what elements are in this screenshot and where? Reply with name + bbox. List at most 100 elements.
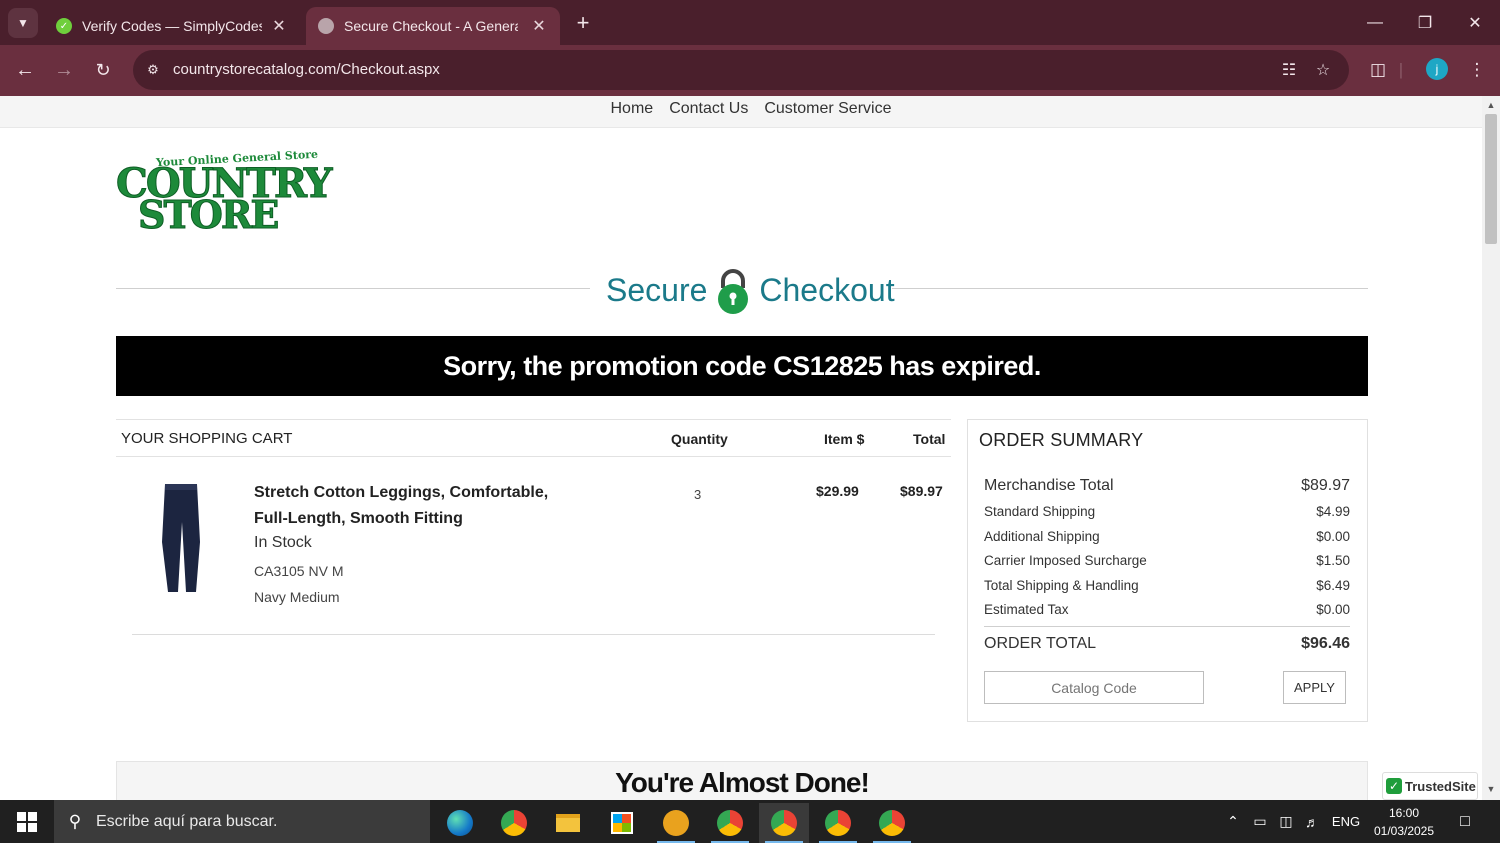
checkout-word: Checkout bbox=[759, 271, 895, 308]
scroll-up-icon[interactable]: ▲ bbox=[1486, 100, 1496, 110]
summary-value: $0.00 bbox=[1316, 602, 1350, 617]
site-settings-icon[interactable]: ⚙ bbox=[143, 60, 163, 80]
page-viewport: Home Contact Us Customer Service Your On… bbox=[0, 96, 1482, 800]
chrome-icon bbox=[825, 810, 851, 836]
folder-icon bbox=[556, 814, 580, 832]
promo-expired-banner: Sorry, the promotion code CS12825 has ex… bbox=[116, 336, 1368, 396]
order-total-label: ORDER TOTAL bbox=[984, 635, 1097, 652]
tray-chevron-up-icon[interactable]: ⌃ bbox=[1222, 800, 1244, 843]
summary-row-estimated-tax: Estimated Tax $0.00 bbox=[984, 602, 1350, 617]
summary-value: $6.49 bbox=[1316, 578, 1350, 593]
simplycodes-favicon-icon: ✓ bbox=[56, 18, 72, 34]
window-close-button[interactable]: ✕ bbox=[1450, 0, 1500, 45]
browser-toolbar: ← → ↻ ⚙ countrystorecatalog.com/Checkout… bbox=[0, 45, 1500, 96]
store-icon bbox=[611, 812, 633, 834]
browser-tabstrip: ▼ ✓ Verify Codes — SimplyCodes ✕ Secure … bbox=[0, 0, 1500, 45]
cart-header: YOUR SHOPPING CART Quantity Item $ Total bbox=[116, 420, 951, 457]
nav-contact-link[interactable]: Contact Us bbox=[669, 96, 748, 127]
tab-title: Secure Checkout - A General Store bbox=[344, 18, 518, 34]
reload-button[interactable]: ↻ bbox=[88, 55, 118, 85]
summary-label: Carrier Imposed Surcharge bbox=[984, 553, 1147, 568]
network-icon[interactable]: ◫ bbox=[1274, 800, 1298, 843]
menu-kebab-icon[interactable]: ⋮ bbox=[1464, 57, 1490, 83]
order-summary: ORDER SUMMARY Merchandise Total $89.97 S… bbox=[967, 419, 1368, 722]
summary-row-shipping-handling: Total Shipping & Handling $6.49 bbox=[984, 578, 1350, 593]
trustedsite-badge[interactable]: ✓ TrustedSite bbox=[1382, 772, 1478, 800]
chrome-profile-app-3[interactable] bbox=[813, 803, 863, 843]
total-header: Total bbox=[913, 431, 946, 447]
extensions-icon[interactable]: ◫ bbox=[1365, 57, 1391, 83]
taskbar-search[interactable]: ⚲ Escribe aquí para buscar. bbox=[54, 800, 430, 843]
item-price-header: Item $ bbox=[824, 431, 865, 447]
game-icon bbox=[663, 810, 689, 836]
line-total: $89.97 bbox=[900, 483, 943, 499]
minimize-button[interactable]: — bbox=[1350, 0, 1400, 45]
top-navigation: Home Contact Us Customer Service bbox=[0, 96, 1482, 128]
product-image-leggings[interactable] bbox=[156, 482, 206, 596]
toolbar-divider: | bbox=[1398, 60, 1404, 79]
language-indicator[interactable]: ENG bbox=[1328, 800, 1364, 843]
summary-label: Merchandise Total bbox=[984, 477, 1114, 494]
store-app[interactable] bbox=[597, 803, 647, 843]
nav-customer-service-link[interactable]: Customer Service bbox=[764, 96, 891, 127]
chrome-profile-app-1[interactable] bbox=[705, 803, 755, 843]
summary-row-additional-shipping: Additional Shipping $0.00 bbox=[984, 529, 1350, 544]
tab-secure-checkout[interactable]: Secure Checkout - A General Store ✕ bbox=[306, 7, 560, 45]
quantity-header: Quantity bbox=[671, 431, 728, 447]
apply-button[interactable]: APPLY bbox=[1283, 671, 1346, 704]
windows-taskbar: ⚲ Escribe aquí para buscar. ⌃ ▭ ◫ ♬ ENG … bbox=[0, 800, 1500, 843]
back-button[interactable]: ← bbox=[10, 55, 40, 85]
file-explorer-app[interactable] bbox=[543, 803, 593, 843]
profile-avatar[interactable]: j bbox=[1426, 58, 1448, 80]
summary-row-carrier-surcharge: Carrier Imposed Surcharge $1.50 bbox=[984, 553, 1350, 568]
edge-icon bbox=[447, 810, 473, 836]
system-clock[interactable]: 16:00 01/03/2025 bbox=[1366, 804, 1442, 840]
edge-app[interactable] bbox=[435, 803, 485, 843]
close-icon[interactable]: ✕ bbox=[530, 16, 548, 36]
cart-divider bbox=[132, 634, 935, 635]
scroll-thumb[interactable] bbox=[1485, 114, 1497, 244]
summary-label: Total Shipping & Handling bbox=[984, 578, 1139, 593]
taskbar-search-placeholder: Escribe aquí para buscar. bbox=[96, 812, 278, 830]
country-store-logo[interactable]: Your Online General Store COUNTRY STORE bbox=[115, 148, 332, 240]
chevron-down-icon: ▼ bbox=[17, 16, 29, 30]
almost-done-heading: You're Almost Done! bbox=[615, 767, 870, 798]
product-name-link[interactable]: Stretch Cotton Leggings, Comfortable, Fu… bbox=[254, 480, 554, 532]
chrome-app[interactable] bbox=[489, 803, 539, 843]
nav-home-link[interactable]: Home bbox=[611, 96, 654, 127]
search-icon: ⚲ bbox=[68, 811, 82, 831]
divider-left bbox=[116, 288, 590, 289]
translate-icon[interactable]: ☷ bbox=[1277, 59, 1301, 81]
summary-label: Standard Shipping bbox=[984, 504, 1096, 519]
close-icon[interactable]: ✕ bbox=[270, 16, 288, 36]
chrome-profile-app-2[interactable] bbox=[759, 803, 809, 843]
volume-icon[interactable]: ♬ bbox=[1300, 800, 1324, 843]
game-app[interactable] bbox=[651, 803, 701, 843]
summary-value: $4.99 bbox=[1316, 504, 1350, 519]
chrome-profile-app-4[interactable] bbox=[867, 803, 917, 843]
summary-value: $1.50 bbox=[1316, 553, 1350, 568]
scroll-down-icon[interactable]: ▼ bbox=[1486, 784, 1496, 794]
catalog-code-input[interactable] bbox=[984, 671, 1204, 704]
product-sku: CA3105 NV M bbox=[254, 563, 344, 579]
clock-time: 16:00 bbox=[1388, 806, 1420, 820]
bookmark-star-icon[interactable]: ☆ bbox=[1311, 59, 1335, 81]
start-button[interactable] bbox=[0, 800, 54, 843]
restore-button[interactable]: ❐ bbox=[1400, 0, 1450, 45]
url-text[interactable]: countrystorecatalog.com/Checkout.aspx bbox=[173, 61, 440, 78]
summary-value: $0.00 bbox=[1316, 529, 1350, 544]
summary-label: Estimated Tax bbox=[984, 602, 1069, 617]
tab-title: Verify Codes — SimplyCodes bbox=[82, 18, 262, 34]
page-scrollbar[interactable]: ▲ ▼ bbox=[1482, 96, 1500, 800]
notification-icon[interactable]: □ bbox=[1450, 800, 1480, 843]
tab-verify-codes[interactable]: ✓ Verify Codes — SimplyCodes ✕ bbox=[44, 7, 300, 45]
chrome-icon bbox=[501, 810, 527, 836]
new-tab-button[interactable]: + bbox=[570, 8, 596, 38]
battery-icon[interactable]: ▭ bbox=[1248, 800, 1272, 843]
address-bar[interactable]: ⚙ countrystorecatalog.com/Checkout.aspx … bbox=[133, 50, 1349, 90]
order-summary-title: ORDER SUMMARY bbox=[979, 430, 1144, 450]
divider-right bbox=[892, 288, 1368, 289]
forward-button[interactable]: → bbox=[49, 55, 79, 85]
windows-icon bbox=[17, 811, 37, 832]
tab-search-button[interactable]: ▼ bbox=[8, 8, 38, 38]
